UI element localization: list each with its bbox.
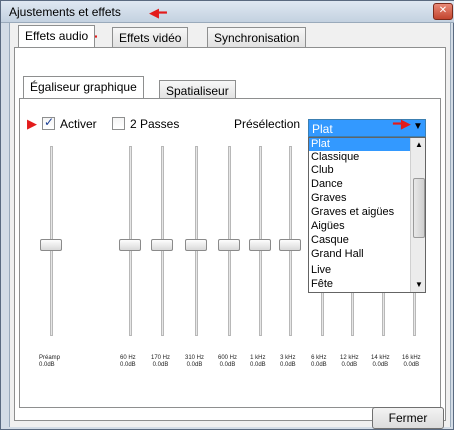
- chevron-down-icon[interactable]: ▼: [413, 121, 423, 132]
- band-slider-handle[interactable]: [185, 239, 207, 251]
- preamp-name: Préamp: [39, 355, 61, 361]
- preamp-slider-handle[interactable]: [40, 239, 62, 251]
- band-frequency: 6 kHz: [311, 355, 327, 361]
- preset-option[interactable]: Fête: [309, 278, 410, 291]
- annotation-arrow-icon: ◀━: [149, 5, 167, 20]
- close-button[interactable]: Fermer: [372, 407, 444, 429]
- tab-audio-effects[interactable]: Effets audio: [18, 25, 96, 47]
- band-frequency: 12 kHz: [340, 355, 359, 361]
- band-frequency: 1 kHz: [250, 355, 266, 361]
- band-frequency: 14 kHz: [371, 355, 390, 361]
- band-label: 3 kHz 0.0dB: [280, 355, 296, 369]
- preset-option[interactable]: Classique: [309, 151, 410, 164]
- band-label: 600 Hz 0.0dB: [218, 355, 237, 369]
- preset-label: Présélection: [234, 117, 301, 131]
- band-label: 170 Hz 0.0dB: [151, 355, 170, 369]
- band-slider-handle[interactable]: [119, 239, 141, 251]
- band-gain: 0.0dB: [280, 362, 296, 368]
- annotation-arrow-icon: ━▶: [393, 116, 411, 131]
- preset-dropdown-list[interactable]: Plat Classique Club Dance Graves Graves …: [308, 137, 426, 293]
- band-gain: 0.0dB: [120, 362, 136, 368]
- band-slider-handle[interactable]: [151, 239, 173, 251]
- band-gain: 0.0dB: [311, 362, 327, 368]
- band-gain: 0.0dB: [186, 362, 203, 368]
- preset-option[interactable]: Grand Hall: [309, 248, 410, 261]
- band-gain: 0.0dB: [341, 362, 358, 368]
- band-label: 60 Hz 0.0dB: [120, 355, 136, 369]
- band-gain: 0.0dB: [219, 362, 236, 368]
- band-slider-handle[interactable]: [279, 239, 301, 251]
- band-label: 12 kHz 0.0dB: [340, 355, 359, 369]
- band-label: 1 kHz 0.0dB: [250, 355, 266, 369]
- band-label: 310 Hz 0.0dB: [185, 355, 204, 369]
- tab-video-effects[interactable]: Effets vidéo: [112, 27, 189, 47]
- band-frequency: 3 kHz: [280, 355, 296, 361]
- tab-synchronisation[interactable]: Synchronisation: [207, 27, 307, 47]
- preset-option[interactable]: Aigües: [309, 220, 410, 233]
- band-slider-handle[interactable]: [218, 239, 240, 251]
- band-gain: 0.0dB: [372, 362, 389, 368]
- band-label: 16 kHz 0.0dB: [402, 355, 421, 369]
- band-label: 6 kHz 0.0dB: [311, 355, 327, 369]
- check-mark-icon: ✓: [44, 115, 55, 129]
- dropdown-scrollbar[interactable]: ▲ ▼: [410, 138, 425, 292]
- dialog-window: Ajustements et effets ✕ Effets audio Eff…: [0, 0, 454, 430]
- preset-value: Plat: [312, 122, 333, 136]
- band-label: 14 kHz 0.0dB: [371, 355, 390, 369]
- band-slider-handle[interactable]: [249, 239, 271, 251]
- scrollbar-thumb[interactable]: [413, 178, 425, 238]
- preset-option[interactable]: Live: [309, 264, 410, 277]
- scroll-down-icon[interactable]: ▼: [411, 278, 425, 292]
- tab-spatializer[interactable]: Spatialiseur: [159, 80, 236, 100]
- preset-option[interactable]: Graves et aigües: [309, 206, 410, 219]
- band-frequency: 310 Hz: [185, 355, 205, 361]
- band-gain: 0.0dB: [250, 362, 266, 368]
- preset-option[interactable]: Plat: [309, 138, 410, 151]
- preset-option[interactable]: Club: [309, 164, 410, 177]
- scroll-up-icon[interactable]: ▲: [411, 138, 425, 152]
- two-pass-checkbox[interactable]: [112, 117, 125, 130]
- title-bar[interactable]: Ajustements et effets ✕: [1, 1, 454, 23]
- preamp-gain: 0.0dB: [39, 362, 55, 368]
- band-gain: 0.0dB: [403, 362, 420, 368]
- close-icon[interactable]: ✕: [433, 3, 453, 20]
- band-frequency: 60 Hz: [120, 355, 136, 361]
- band-frequency: 170 Hz: [151, 355, 171, 361]
- enable-checkbox[interactable]: ✓: [42, 115, 55, 130]
- enable-label: Activer: [60, 117, 97, 131]
- tab-graphic-equalizer[interactable]: Égaliseur graphique: [23, 76, 144, 98]
- band-frequency: 16 kHz: [402, 355, 421, 361]
- preamp-label: Préamp 0.0dB: [39, 355, 60, 369]
- annotation-arrow-icon: ▶: [27, 116, 37, 131]
- band-frequency: 600 Hz: [218, 355, 238, 361]
- two-pass-label: 2 Passes: [130, 117, 180, 131]
- preset-option[interactable]: Dance: [309, 178, 410, 191]
- band-gain: 0.0dB: [152, 362, 169, 368]
- preset-option[interactable]: Casque: [309, 234, 410, 247]
- preset-option[interactable]: Graves: [309, 192, 410, 205]
- window-title: Ajustements et effets: [9, 5, 121, 19]
